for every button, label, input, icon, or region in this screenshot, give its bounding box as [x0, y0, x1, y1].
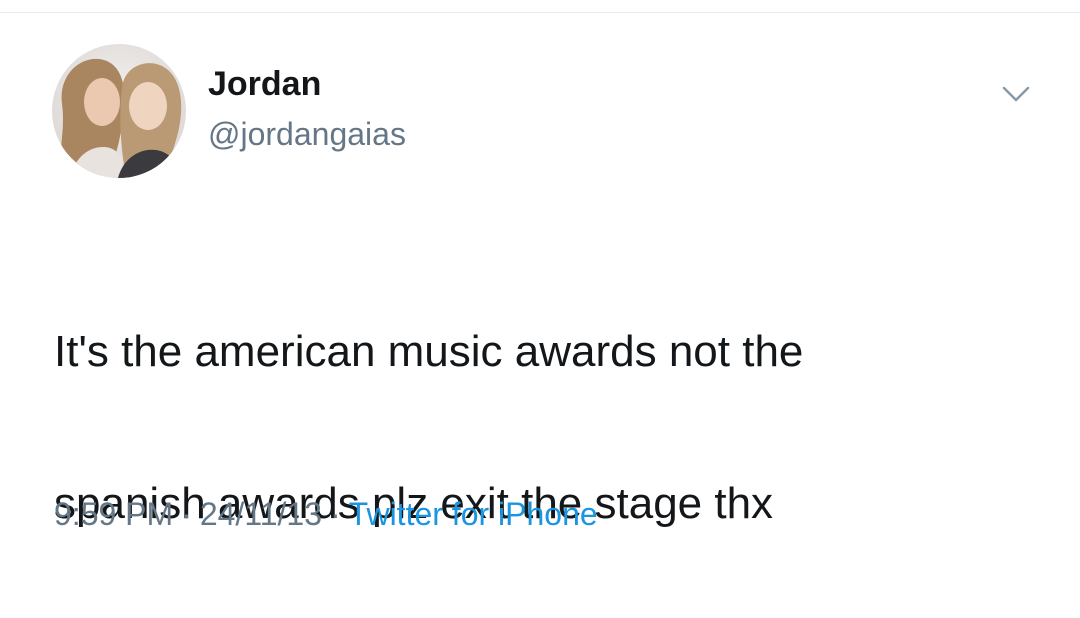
avatar[interactable]	[52, 44, 186, 178]
tweet-meta: 9:59 PM · 24/11/13 · Twitter for iPhone	[54, 494, 598, 534]
tweet-card: Jordan @jordangaias It's the american mu…	[0, 12, 1080, 598]
tweet-source-link[interactable]: Twitter for iPhone	[349, 496, 598, 532]
tweet-menu-button[interactable]	[996, 78, 1036, 110]
profile-photo-image	[52, 44, 186, 178]
author-handle[interactable]: @jordangaias	[208, 114, 406, 154]
meta-separator: ·	[330, 496, 341, 532]
author-display-name[interactable]: Jordan	[208, 64, 321, 104]
chevron-down-icon	[1002, 86, 1030, 102]
tweet-date[interactable]: 24/11/13	[200, 496, 322, 532]
tweet-text: It's the american music awards not the s…	[54, 238, 1044, 618]
tweet-text-line-1: It's the american music awards not the	[54, 327, 804, 376]
meta-separator: ·	[181, 496, 192, 532]
tweet-time[interactable]: 9:59 PM	[54, 496, 173, 532]
